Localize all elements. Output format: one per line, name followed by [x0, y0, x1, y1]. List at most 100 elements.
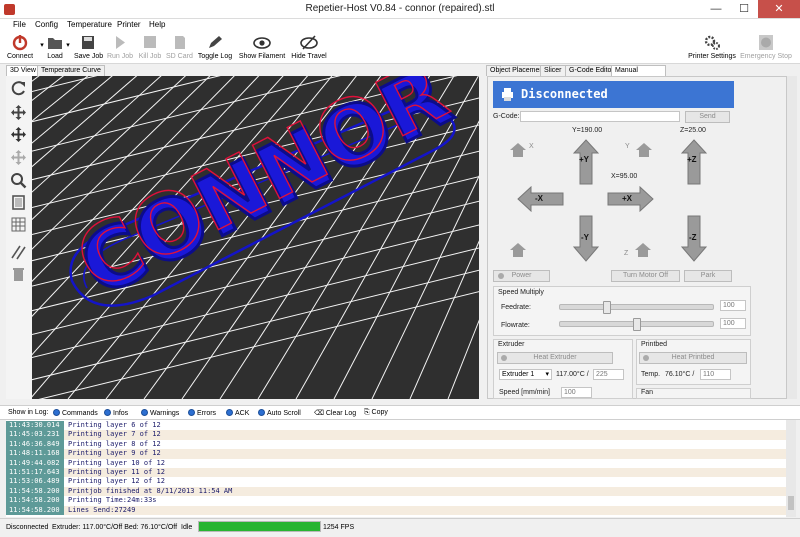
window-title: Repetier-Host V0.84 - connor (repaired).…	[305, 3, 495, 14]
tab-3d-view[interactable]: 3D View	[6, 65, 40, 76]
menu-temperature[interactable]: Temperature	[67, 20, 112, 29]
load-dropdown-arrow[interactable]: ▾	[65, 41, 71, 50]
move-object-icon[interactable]	[10, 126, 27, 143]
auto-scroll-toggle[interactable]: Auto Scroll	[258, 409, 301, 417]
feedrate-slider-thumb[interactable]	[603, 301, 612, 314]
view-tabs: 3D View Temperature Curve	[6, 65, 126, 76]
status-fps: 1254 FPS	[323, 524, 355, 531]
log-list[interactable]: 11:43:30.014 Printing layer 6 of 12 11:45:…	[6, 420, 786, 517]
home-y-icon[interactable]	[635, 142, 653, 158]
3d-viewport[interactable]: CONNOR CONNOR	[32, 76, 479, 399]
log-filter-ack[interactable]: ACK	[226, 409, 249, 417]
zoom-icon[interactable]	[10, 172, 27, 189]
menu-file[interactable]: File	[13, 20, 26, 29]
menu-printer[interactable]: Printer	[117, 20, 141, 29]
sd-card-button[interactable]: SD Card	[166, 34, 193, 61]
log-filter-errors[interactable]: Errors	[188, 409, 216, 417]
parallel-lines-icon[interactable]	[10, 244, 27, 261]
kill-job-button[interactable]: Kill Job	[137, 34, 163, 61]
tab-slicer[interactable]: Slicer	[540, 65, 566, 76]
log-message: Printing layer 10 of 12	[68, 458, 165, 467]
control-tabs: Object Placement Slicer G-Code Editor Ma…	[486, 65, 666, 84]
trash-icon[interactable]	[10, 266, 27, 283]
show-filament-button[interactable]: Show Filament	[238, 34, 286, 61]
close-button[interactable]: ✕	[758, 0, 800, 18]
log-message: Printing layer 8 of 12	[68, 439, 161, 448]
tab-temperature-curve[interactable]: Temperature Curve	[37, 65, 105, 76]
minimize-button[interactable]: —	[702, 0, 730, 18]
log-timestamp: 11:51:17.643	[6, 468, 64, 478]
copy-log-button[interactable]: ⎘ Copy	[364, 409, 388, 417]
x-position: X=95.00	[611, 173, 638, 180]
heat-printbed-button[interactable]: Heat Printbed	[639, 352, 747, 364]
save-job-button[interactable]: Save Job	[74, 34, 103, 61]
log-row: 11:53:06.489 Printing layer 12 of 12	[6, 477, 786, 487]
move-icon[interactable]	[10, 104, 27, 121]
home-all-icon[interactable]	[509, 242, 527, 258]
load-button[interactable]: Load	[45, 34, 65, 61]
jog-plus-z-button[interactable]: +Z	[680, 139, 708, 185]
emergency-stop-button[interactable]: Emergency Stop	[740, 34, 792, 61]
log-scrollbar[interactable]	[786, 420, 796, 517]
feedrate-slider[interactable]	[559, 304, 714, 310]
toggle-log-button[interactable]: Toggle Log	[197, 34, 233, 61]
log-message: Printing Time:24m:33s	[68, 496, 157, 505]
flowrate-label: Flowrate:	[501, 322, 530, 329]
axis-y-label: Y	[625, 143, 630, 150]
log-message: Printjob finished at 8/11/2013 11:54 AM	[68, 486, 233, 495]
log-filter-infos[interactable]: Infos	[104, 409, 128, 417]
axis-x-label: X	[529, 143, 534, 150]
grid-icon[interactable]	[10, 216, 27, 233]
log-options-bar: Show in Log: Commands Infos Warnings Err…	[0, 405, 800, 420]
heat-extruder-button[interactable]: Heat Extruder	[497, 352, 613, 364]
tab-gcode-editor[interactable]: G-Code Editor	[565, 65, 618, 76]
pencil-icon	[209, 36, 222, 48]
fit-view-icon[interactable]	[10, 194, 27, 211]
log-message: Lines Send:27249	[68, 505, 136, 514]
printbed-temperature: 76.10°C /	[665, 371, 695, 378]
reset-view-icon[interactable]	[10, 80, 27, 97]
send-button[interactable]: Send	[685, 111, 730, 123]
stop-icon	[144, 36, 156, 48]
extruder-select[interactable]: Extruder 1 ▾	[499, 369, 552, 380]
extruder-group-label: Extruder	[498, 341, 525, 348]
log-scrollbar-thumb[interactable]	[788, 496, 794, 510]
tab-manual-control[interactable]: Manual Control	[611, 65, 666, 84]
radio-on-icon	[104, 409, 111, 416]
flowrate-input[interactable]: 100	[720, 318, 746, 329]
menu-config[interactable]: Config	[35, 20, 58, 29]
panel-scrollbar[interactable]	[787, 76, 797, 399]
jog-minus-x-button[interactable]: -X	[517, 185, 564, 213]
jog-minus-z-button[interactable]: -Z	[680, 215, 708, 262]
extruder-speed-input[interactable]: 100	[561, 387, 592, 398]
menu-bar: File Config Temperature Printer Help	[0, 19, 800, 33]
feedrate-input[interactable]: 100	[720, 300, 746, 311]
menu-help[interactable]: Help	[149, 20, 165, 29]
hide-travel-button[interactable]: Hide Travel	[290, 34, 328, 61]
move-disabled-icon[interactable]	[10, 149, 27, 166]
jog-minus-y-button[interactable]: -Y	[572, 215, 600, 262]
printbed-target-input[interactable]: 110	[700, 369, 731, 380]
3d-scene: CONNOR CONNOR	[32, 76, 479, 399]
home-z-icon[interactable]	[634, 242, 652, 258]
connection-status-banner: Disconnected	[493, 81, 734, 108]
flowrate-slider-thumb[interactable]	[632, 318, 641, 331]
maximize-button[interactable]: ☐	[730, 0, 758, 18]
log-filter-warnings[interactable]: Warnings	[141, 409, 179, 417]
turn-motor-off-button[interactable]: Turn Motor Off	[611, 270, 680, 282]
gcode-input[interactable]	[520, 111, 680, 122]
log-filter-commands[interactable]: Commands	[53, 409, 98, 417]
connect-button[interactable]: Connect	[6, 34, 34, 61]
power-button[interactable]: Power	[493, 270, 550, 282]
jog-plus-y-button[interactable]: +Y	[572, 139, 600, 185]
jog-plus-x-button[interactable]: +X	[607, 185, 654, 213]
clear-log-button[interactable]: ⌫ Clear Log	[314, 409, 356, 417]
printer-settings-button[interactable]: Printer Settings	[687, 34, 737, 61]
extruder-target-input[interactable]: 225	[593, 369, 624, 380]
log-timestamp: 11:48:11.168	[6, 449, 64, 459]
run-job-button[interactable]: Run Job	[106, 34, 134, 61]
park-button[interactable]: Park	[684, 270, 732, 282]
home-x-icon[interactable]	[509, 142, 527, 158]
sd-card-icon	[175, 36, 185, 49]
extruder-speed-label: Speed [mm/min]	[499, 389, 550, 396]
